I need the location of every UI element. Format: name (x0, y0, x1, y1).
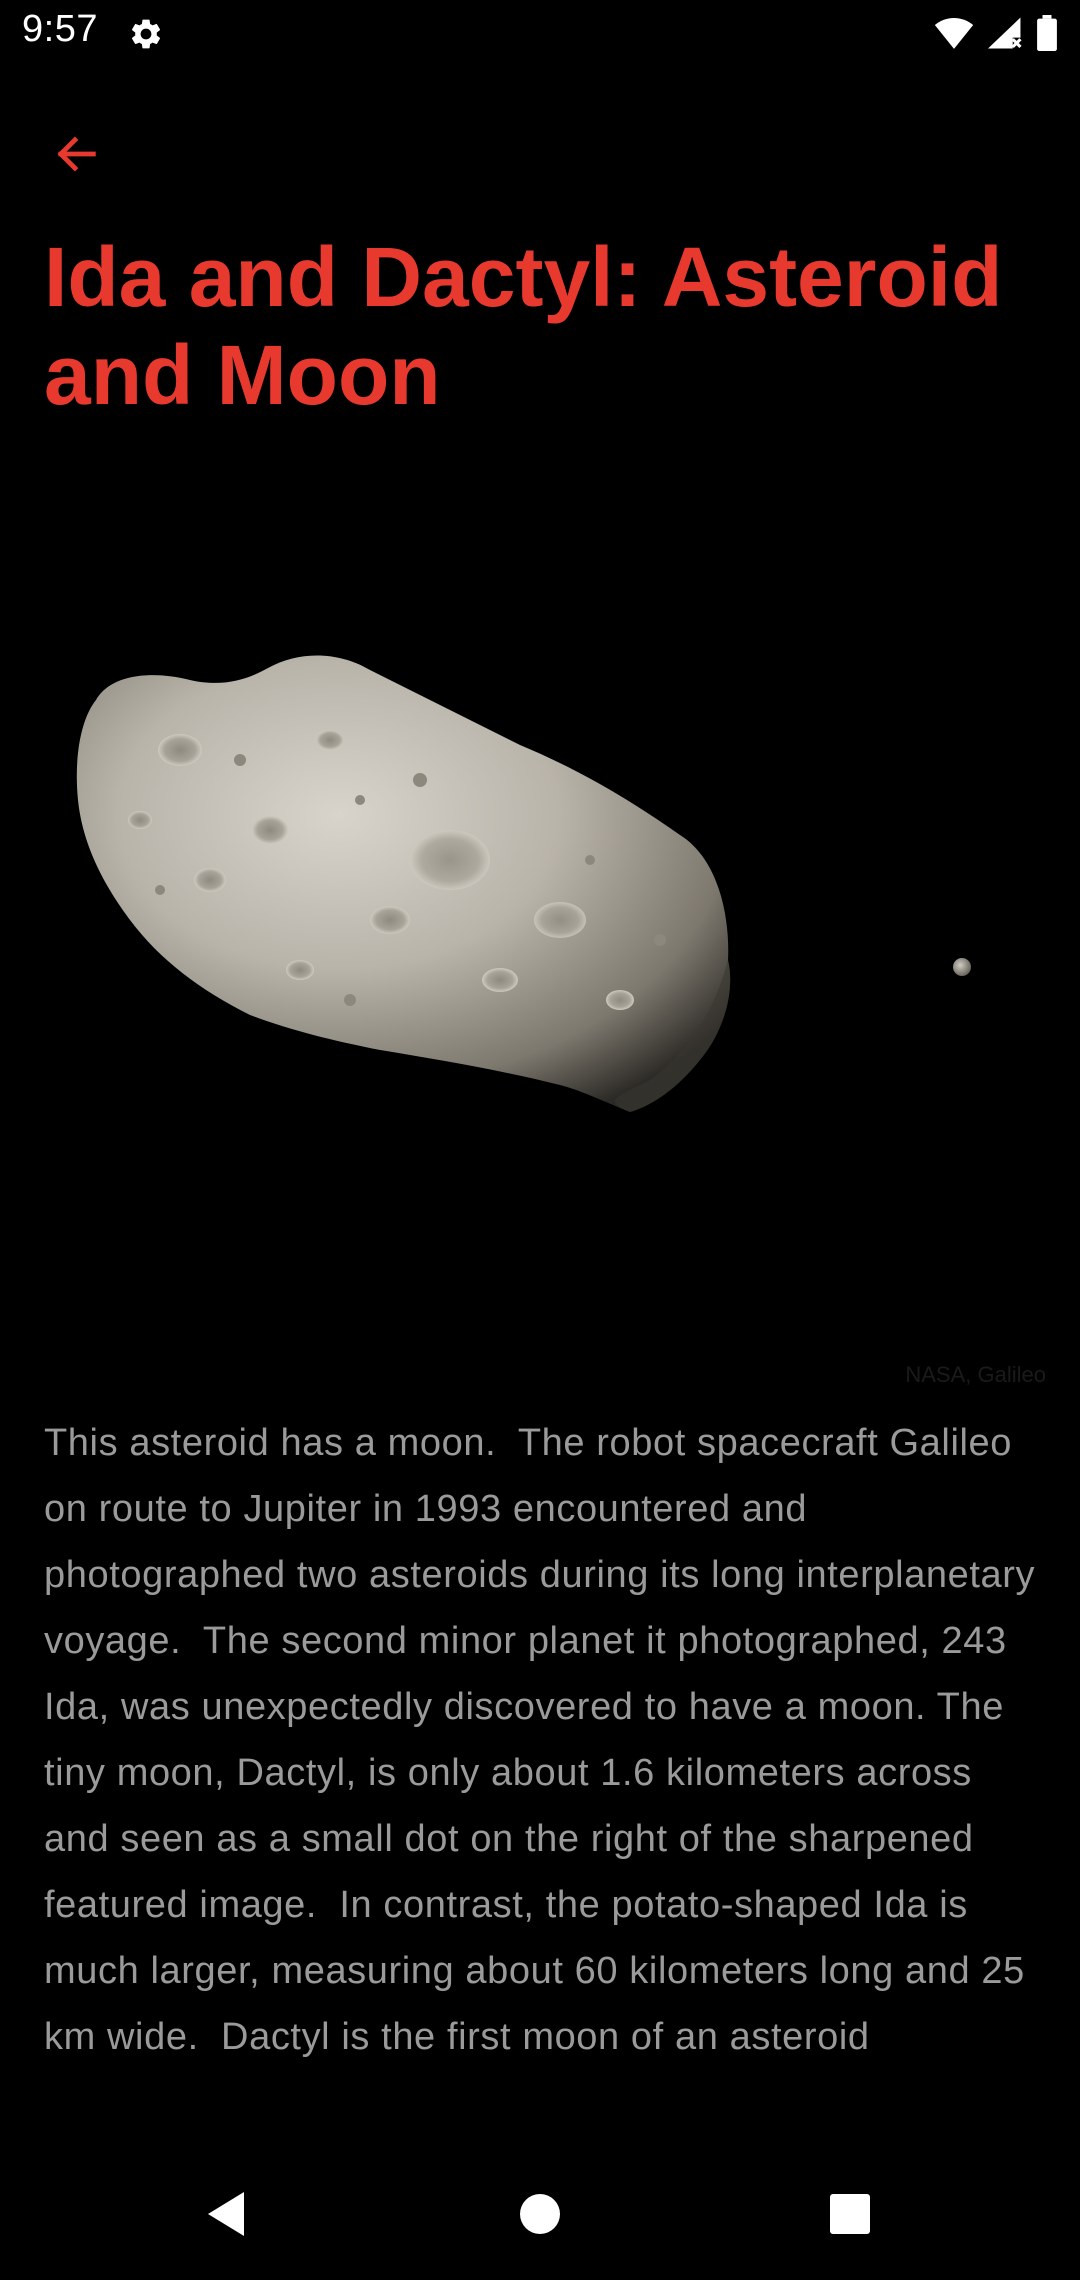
nav-home-button[interactable] (500, 2174, 580, 2254)
recents-square-icon (830, 2194, 870, 2234)
featured-image (0, 560, 1080, 1410)
status-time: 9:57 (22, 8, 98, 50)
gear-icon (131, 19, 161, 49)
page-title: Ida and Dactyl: Asteroid and Moon (44, 230, 1003, 422)
image-credit: NASA, Galileo (905, 1362, 1046, 1387)
home-circle-icon (520, 2194, 560, 2234)
status-icons (934, 14, 1058, 52)
battery-icon (1037, 15, 1057, 51)
status-bar: 9:57 (0, 0, 1080, 66)
nav-back-button[interactable] (186, 2174, 266, 2254)
back-triangle-icon (208, 2192, 244, 2236)
asteroid-photo (76, 655, 971, 1112)
nav-recents-button[interactable] (810, 2174, 890, 2254)
ida-asteroid (76, 655, 731, 1112)
dactyl-moon (953, 958, 971, 976)
arrow-left-icon (57, 136, 96, 172)
back-button[interactable] (44, 122, 108, 186)
article-body: This asteroid has a moon. The robot spac… (44, 1422, 1047, 2058)
navigation-bar (0, 2150, 1080, 2280)
cellular-icon (988, 17, 1022, 49)
wifi-icon (934, 18, 974, 49)
